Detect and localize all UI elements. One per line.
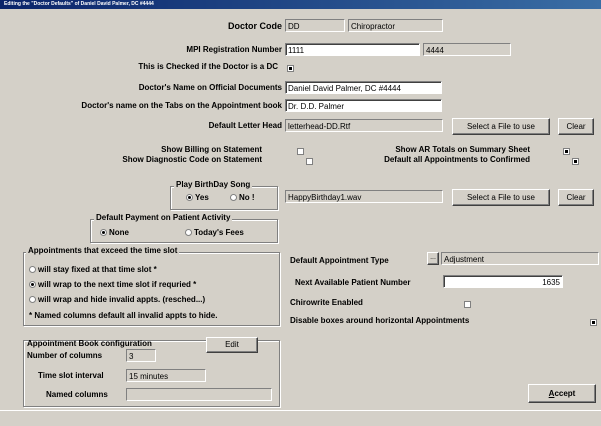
- payment-today-label: Today's Fees: [194, 228, 244, 237]
- default-confirmed-label: Default all Appointments to Confirmed: [384, 155, 530, 164]
- payment-none-option[interactable]: None: [100, 228, 129, 237]
- birthday-no-option[interactable]: No !: [230, 193, 255, 202]
- show-ar-label: Show AR Totals on Summary Sheet: [395, 145, 530, 154]
- disable-boxes-checkbox[interactable]: [590, 319, 598, 327]
- birthday-no-radio[interactable]: [230, 194, 237, 202]
- timeslot-option-1[interactable]: will stay fixed at that time slot *: [29, 265, 157, 274]
- birthday-yes-label: Yes: [195, 193, 209, 202]
- appt-type-label: Default Appointment Type: [290, 256, 389, 265]
- next-patient-input[interactable]: 1635: [443, 275, 563, 288]
- window-title: Editing the "Doctor Defaults" of Daniel …: [0, 0, 601, 9]
- birthday-file-field: HappyBirthday1.wav: [285, 190, 443, 203]
- appt-type-browse-button[interactable]: ...: [427, 252, 439, 265]
- apptbook-columns-label: Number of columns: [27, 351, 103, 360]
- letterhead-field: letterhead-DD.Rtf: [285, 119, 443, 132]
- timeslot-option-1-label: will stay fixed at that time slot *: [38, 265, 157, 274]
- timeslot-note: * Named columns default all invalid appt…: [29, 311, 218, 320]
- disable-boxes-label: Disable boxes around horizontal Appointm…: [290, 316, 470, 325]
- birthday-clear-button[interactable]: Clear: [558, 189, 594, 206]
- payment-group-title: Default Payment on Patient Activity: [94, 213, 233, 222]
- timeslot-option-3[interactable]: will wrap and hide invalid appts. (resch…: [29, 295, 205, 304]
- apptbook-interval-field: 15 minutes: [126, 369, 206, 382]
- show-billing-label: Show Billing on Statement: [161, 145, 262, 154]
- tab-name-input[interactable]: Dr. D.D. Palmer: [285, 99, 442, 112]
- show-billing-checkbox[interactable]: [297, 148, 305, 156]
- apptbook-columns-field: 3: [126, 349, 156, 362]
- show-diagnostic-checkbox[interactable]: [306, 158, 314, 166]
- letterhead-clear-button[interactable]: Clear: [558, 118, 594, 135]
- birthday-group-title: Play BirthDay Song: [174, 180, 253, 189]
- doctor-code-field: DD: [285, 19, 345, 32]
- timeslot-option-2-label: will wrap to the next time slot if requr…: [38, 280, 197, 289]
- mpi-input[interactable]: 1111: [285, 43, 420, 56]
- timeslot-group-title: Appointments that exceed the time slot: [26, 246, 180, 255]
- apptbook-named-label: Named columns: [46, 390, 108, 399]
- show-ar-checkbox[interactable]: [562, 148, 570, 156]
- payment-none-label: None: [109, 228, 129, 237]
- doctor-code-label: Doctor Code: [228, 21, 282, 31]
- accept-label-rest: ccept: [554, 389, 576, 398]
- default-confirmed-checkbox[interactable]: [571, 158, 579, 166]
- apptbook-named-field: [126, 388, 272, 401]
- timeslot-option-3-label: will wrap and hide invalid appts. (resch…: [38, 295, 206, 304]
- show-diagnostic-label: Show Diagnostic Code on Statement: [122, 155, 262, 164]
- timeslot-option-2[interactable]: will wrap to the next time slot if requr…: [29, 280, 196, 289]
- official-name-input[interactable]: Daniel David Palmer, DC #4444: [285, 81, 442, 94]
- timeslot-radio-3[interactable]: [29, 296, 36, 304]
- payment-today-radio[interactable]: [185, 229, 192, 237]
- chirowrite-checkbox[interactable]: [464, 301, 472, 309]
- mpi-label: MPI Registration Number: [186, 45, 282, 54]
- is-dc-checkbox[interactable]: [287, 65, 294, 73]
- is-dc-label: This is Checked if the Doctor is a DC: [138, 62, 278, 71]
- accept-button[interactable]: Accept: [528, 384, 596, 403]
- payment-none-radio[interactable]: [100, 229, 107, 237]
- birthday-yes-option[interactable]: Yes: [186, 193, 209, 202]
- timeslot-radio-2[interactable]: [29, 281, 36, 289]
- payment-today-option[interactable]: Today's Fees: [185, 228, 244, 237]
- specialty-field: Chiropractor: [348, 19, 443, 32]
- apptbook-interval-label: Time slot interval: [38, 371, 104, 380]
- apptbook-title: Appointment Book configuration: [27, 339, 152, 348]
- appt-type-field: Adjustment: [441, 252, 599, 265]
- letterhead-select-button[interactable]: Select a File to use: [452, 118, 550, 135]
- official-name-label: Doctor's Name on Official Documents: [138, 83, 282, 92]
- apptbook-edit-button[interactable]: Edit: [206, 337, 258, 353]
- birthday-yes-radio[interactable]: [186, 194, 193, 202]
- birthday-no-label: No !: [239, 193, 255, 202]
- status-strip: [0, 410, 601, 426]
- mpi-extra-field: 4444: [423, 43, 511, 56]
- tab-name-label: Doctor's name on the Tabs on the Appoint…: [81, 101, 282, 110]
- chirowrite-label: Chirowrite Enabled: [290, 298, 363, 307]
- letterhead-label: Default Letter Head: [208, 121, 282, 130]
- next-patient-label: Next Available Patient Number: [295, 278, 411, 287]
- timeslot-radio-1[interactable]: [29, 266, 36, 274]
- birthday-select-button[interactable]: Select a File to use: [452, 189, 550, 206]
